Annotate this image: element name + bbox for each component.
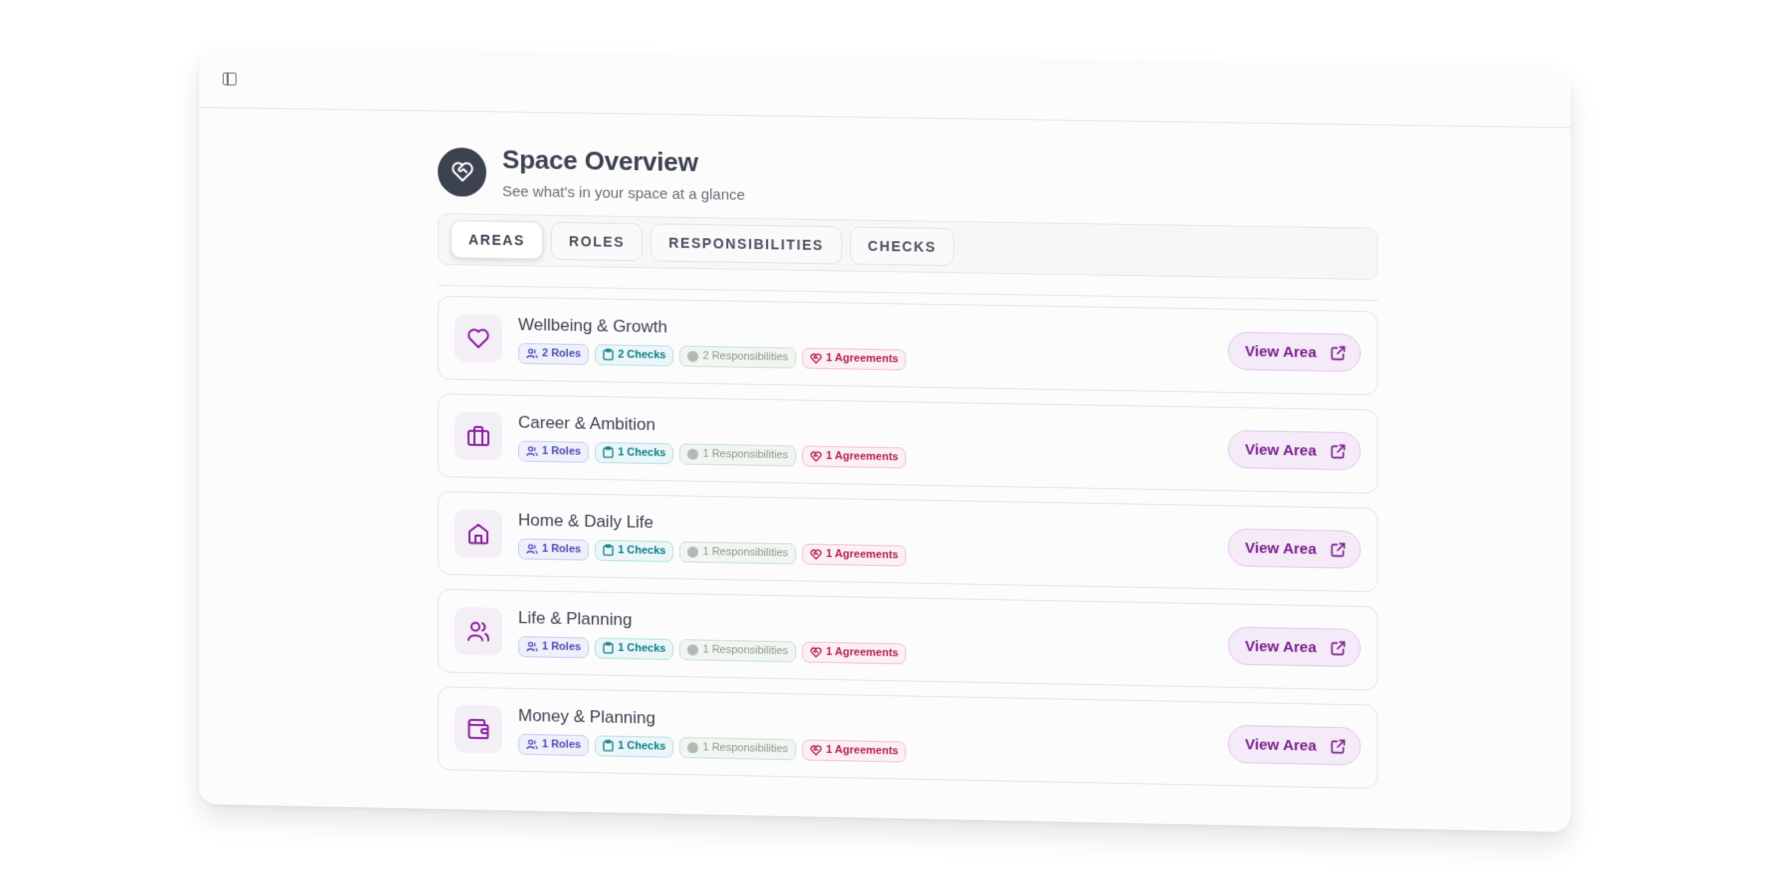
agreements-badge: 1 Agreements	[802, 738, 907, 763]
checks-badge: 1 Checks	[594, 441, 674, 464]
external-link-icon	[1330, 738, 1345, 753]
area-list: Wellbeing & Growth 2 Roles 2 Checks 2 Re…	[437, 295, 1378, 790]
clipboard-icon	[603, 544, 614, 556]
tab-roles[interactable]: ROLES	[550, 221, 643, 262]
view-area-button[interactable]: View Area	[1227, 331, 1361, 373]
users-icon	[526, 738, 538, 749]
area-stats: 2 Roles 2 Checks 2 Responsibilities 1 Ag…	[518, 342, 907, 370]
responsibilities-badge: 1 Responsibilities	[679, 736, 797, 760]
app-window: Space Overview See what's in your space …	[198, 50, 1571, 833]
clipboard-icon	[603, 348, 614, 360]
agreements-badge: 1 Agreements	[802, 445, 907, 468]
area-card: Career & Ambition 1 Roles 1 Checks 1 Res…	[437, 393, 1378, 494]
responsibilities-badge: 1 Responsibilities	[679, 442, 797, 467]
area-card: Wellbeing & Growth 2 Roles 2 Checks 2 Re…	[437, 295, 1378, 396]
heart-handshake-icon	[811, 451, 822, 462]
area-stats: 1 Roles 1 Checks 1 Responsibilities 1 Ag…	[518, 635, 907, 664]
info-icon	[687, 448, 699, 460]
tab-checks[interactable]: CHECKS	[849, 226, 955, 267]
info-icon	[687, 643, 699, 656]
checks-badge: 1 Checks	[594, 734, 674, 758]
top-bar	[198, 50, 1571, 129]
external-link-icon	[1330, 345, 1345, 360]
clipboard-icon	[603, 739, 614, 751]
checks-badge: 1 Checks	[594, 539, 674, 562]
area-stats: 1 Roles 1 Checks 1 Responsibilities 1 Ag…	[518, 537, 907, 566]
roles-badge: 1 Roles	[518, 733, 589, 756]
area-card: Home & Daily Life 1 Roles 1 Checks 1 Res…	[437, 491, 1378, 593]
briefcase-icon	[454, 411, 503, 461]
wallet-icon	[454, 704, 503, 754]
area-title: Wellbeing & Growth	[518, 314, 668, 336]
page-header: Space Overview See what's in your space …	[437, 141, 1378, 215]
stage: Space Overview See what's in your space …	[0, 0, 1776, 886]
area-stats: 1 Roles 1 Checks 1 Responsibilities 1 Ag…	[518, 733, 907, 763]
page-title: Space Overview	[502, 144, 698, 178]
info-icon	[687, 350, 699, 362]
responsibilities-badge: 1 Responsibilities	[679, 638, 797, 662]
agreements-badge: 1 Agreements	[802, 543, 907, 566]
heart-handshake-icon	[811, 647, 822, 658]
view-area-button[interactable]: View Area	[1227, 528, 1361, 569]
tab-responsibilities[interactable]: RESPONSIBILITIES	[650, 223, 842, 265]
users-icon	[526, 348, 538, 359]
area-title: Home & Daily Life	[518, 509, 654, 532]
heart-handshake-icon	[811, 353, 822, 364]
users-icon	[454, 606, 503, 656]
roles-badge: 1 Roles	[518, 635, 589, 658]
main-content: Space Overview See what's in your space …	[437, 141, 1378, 790]
area-title: Career & Ambition	[518, 412, 656, 434]
roles-badge: 2 Roles	[518, 342, 589, 365]
tab-areas[interactable]: AREAS	[450, 220, 544, 260]
users-icon	[526, 543, 538, 554]
external-link-icon	[1330, 443, 1345, 458]
checks-badge: 2 Checks	[594, 343, 674, 367]
area-stats: 1 Roles 1 Checks 1 Responsibilities 1 Ag…	[518, 440, 907, 468]
info-icon	[687, 741, 699, 753]
agreements-badge: 1 Agreements	[802, 640, 907, 664]
area-title: Money & Planning	[518, 705, 656, 728]
roles-badge: 1 Roles	[518, 440, 589, 463]
clipboard-icon	[603, 446, 614, 458]
area-card: Money & Planning 1 Roles 1 Checks 1 Resp…	[437, 686, 1378, 790]
responsibilities-badge: 1 Responsibilities	[679, 540, 797, 564]
sidebar-toggle-icon[interactable]	[222, 72, 237, 86]
view-area-button[interactable]: View Area	[1227, 724, 1361, 766]
view-area-button[interactable]: View Area	[1227, 626, 1361, 668]
info-icon	[687, 545, 699, 558]
clipboard-icon	[603, 642, 614, 654]
heart-handshake-icon	[811, 549, 822, 560]
tab-bar: AREAS ROLES RESPONSIBILITIES CHECKS	[437, 213, 1378, 280]
heart-icon	[454, 313, 503, 363]
area-title: Life & Planning	[518, 607, 632, 629]
agreements-badge: 1 Agreements	[802, 347, 907, 370]
heart-handshake-icon	[811, 745, 822, 756]
area-card: Life & Planning 1 Roles 1 Checks 1 Respo…	[437, 588, 1378, 691]
checks-badge: 1 Checks	[594, 637, 674, 660]
home-icon	[454, 509, 503, 559]
page-subtitle: See what's in your space at a glance	[502, 183, 746, 204]
responsibilities-badge: 2 Responsibilities	[679, 345, 797, 369]
external-link-icon	[1330, 542, 1345, 557]
users-icon	[526, 641, 538, 652]
roles-badge: 1 Roles	[518, 537, 589, 561]
users-icon	[526, 445, 538, 456]
view-area-button[interactable]: View Area	[1227, 430, 1361, 471]
heart-handshake-icon	[437, 146, 487, 197]
external-link-icon	[1330, 640, 1345, 655]
